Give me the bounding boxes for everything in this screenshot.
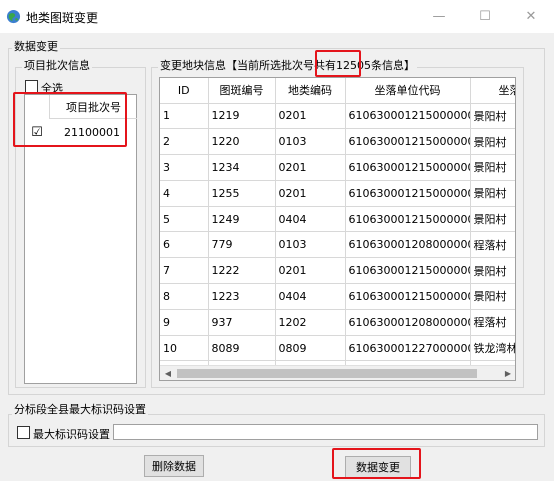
cell-id: 10 (160, 335, 209, 362)
table-row[interactable]: 2 1220 0103 610630001215000000 景阳村 (160, 128, 515, 156)
column-header-id[interactable]: ID (160, 78, 209, 104)
cell-patch-no: 1219 (208, 103, 276, 130)
table-row[interactable]: 4 1255 0201 610630001215000000 景阳村 (160, 180, 515, 207)
highlight-change-button-box (332, 448, 421, 479)
cell-unit-name: 程落村 (470, 309, 515, 336)
title-bar: 地类图斑变更 — ☐ ✕ (0, 0, 554, 33)
minimize-button[interactable]: — (416, 0, 462, 33)
cell-unit-name: 景阳村 (470, 154, 515, 181)
cell-unit-code: 610630001215000000 (345, 154, 471, 181)
cell-unit-name: 景阳村 (470, 180, 515, 207)
cell-id: 3 (160, 154, 209, 181)
column-header-landtype-code[interactable]: 地类编码 (275, 78, 346, 104)
cell-id: 8 (160, 283, 209, 310)
change-data-table: ID 图斑编号 地类编码 坐落单位代码 坐落单 1121902016106300… (160, 78, 515, 366)
table-row[interactable]: 3 1234 0201 610630001215000000 景阳村 (160, 154, 515, 181)
max-id-field[interactable] (113, 424, 538, 440)
table-row[interactable]: 1 1219 0201 610630001215000000 景阳村 (160, 103, 515, 130)
app-globe-icon (6, 9, 21, 24)
cell-unit-name: 铁龙湾林 (470, 335, 515, 362)
cell-patch-no: 1234 (208, 154, 276, 181)
cell-landtype-code: 0404 (275, 206, 346, 233)
scroll-left-icon[interactable]: ◀ (160, 366, 176, 380)
scroll-right-icon[interactable]: ▶ (500, 366, 515, 380)
cell-unit-name: 景阳村 (470, 257, 515, 285)
cell-landtype-code: 0103 (275, 128, 346, 156)
cell-patch-no: 1255 (208, 180, 276, 207)
cell-id: 1 (160, 103, 209, 130)
cell-unit-name: 景阳村 (470, 206, 515, 233)
table-row[interactable]: 6 779 0103 610630001208000000 程落村 (160, 231, 515, 259)
cell-id: 4 (160, 180, 209, 207)
cell-unit-code: 610630001215000000 (345, 257, 471, 285)
column-header-unit-code[interactable]: 坐落单位代码 (345, 78, 471, 104)
cell-landtype-code: 0103 (275, 231, 346, 259)
cell-landtype-code: 0809 (275, 335, 346, 362)
cell-id: 7 (160, 257, 209, 285)
column-header-patch-no[interactable]: 图斑编号 (208, 78, 276, 104)
cell-patch-no: 1222 (208, 257, 276, 285)
cell-id: 9 (160, 309, 209, 336)
cell-unit-code: 610630001215000000 (345, 103, 471, 130)
cell-unit-code: 610630001227000000 (345, 335, 471, 362)
data-change-group-label: 数据变更 (12, 40, 60, 53)
delete-data-button[interactable]: 删除数据 (144, 455, 204, 477)
horizontal-scrollbar[interactable]: ◀ ▶ (160, 365, 515, 380)
table-row[interactable]: 9 937 1202 610630001208000000 程落村 (160, 309, 515, 336)
table-row[interactable]: 8 1223 0404 610630001215000000 景阳村 (160, 283, 515, 310)
cell-id: 2 (160, 128, 209, 156)
cell-patch-no: 1220 (208, 128, 276, 156)
cell-patch-no: 1249 (208, 206, 276, 233)
max-id-checkbox[interactable] (17, 426, 30, 439)
change-data-grid: ID 图斑编号 地类编码 坐落单位代码 坐落单 1121902016106300… (159, 77, 516, 381)
cell-patch-no: 8089 (208, 335, 276, 362)
close-button[interactable]: ✕ (508, 0, 554, 33)
table-header-row: ID 图斑编号 地类编码 坐落单位代码 坐落单 (160, 78, 515, 104)
cell-unit-name: 程落村 (470, 231, 515, 259)
max-id-checkbox-label: 最大标识码设置 (33, 428, 110, 441)
cell-landtype-code: 0404 (275, 283, 346, 310)
table-row[interactable]: 5 1249 0404 610630001215000000 景阳村 (160, 206, 515, 233)
cell-landtype-code: 1202 (275, 309, 346, 336)
cell-landtype-code: 0201 (275, 103, 346, 130)
cell-unit-code: 610630001208000000 (345, 231, 471, 259)
cell-unit-name: 景阳村 (470, 128, 515, 156)
cell-patch-no: 1223 (208, 283, 276, 310)
cell-unit-code: 610630001215000000 (345, 206, 471, 233)
cell-unit-code: 610630001215000000 (345, 283, 471, 310)
cell-id: 6 (160, 231, 209, 259)
window-title: 地类图斑变更 (26, 11, 99, 25)
change-info-group-label: 变更地块信息【当前所选批次号共有12505条信息】 (158, 59, 417, 72)
cell-unit-name: 景阳村 (470, 283, 515, 310)
cell-landtype-code: 0201 (275, 180, 346, 207)
cell-patch-no: 937 (208, 309, 276, 336)
column-header-unit-name[interactable]: 坐落单 (470, 78, 515, 104)
cell-unit-code: 610630001215000000 (345, 180, 471, 207)
cell-id: 5 (160, 206, 209, 233)
cell-landtype-code: 0201 (275, 154, 346, 181)
maximize-button[interactable]: ☐ (462, 0, 508, 33)
cell-patch-no: 779 (208, 231, 276, 259)
cell-unit-name: 景阳村 (470, 103, 515, 130)
batch-info-group-label: 项目批次信息 (22, 59, 92, 72)
highlight-count-box (315, 50, 361, 77)
cell-unit-code: 610630001215000000 (345, 128, 471, 156)
scroll-thumb[interactable] (177, 369, 477, 378)
cell-unit-code: 610630001208000000 (345, 309, 471, 336)
highlight-batch-box (13, 92, 127, 147)
cell-landtype-code: 0201 (275, 257, 346, 285)
table-row[interactable]: 10 8089 0809 610630001227000000 铁龙湾林 (160, 335, 515, 362)
table-row[interactable]: 7 1222 0201 610630001215000000 景阳村 (160, 257, 515, 285)
max-id-group-label: 分标段全县最大标识码设置 (12, 403, 148, 416)
